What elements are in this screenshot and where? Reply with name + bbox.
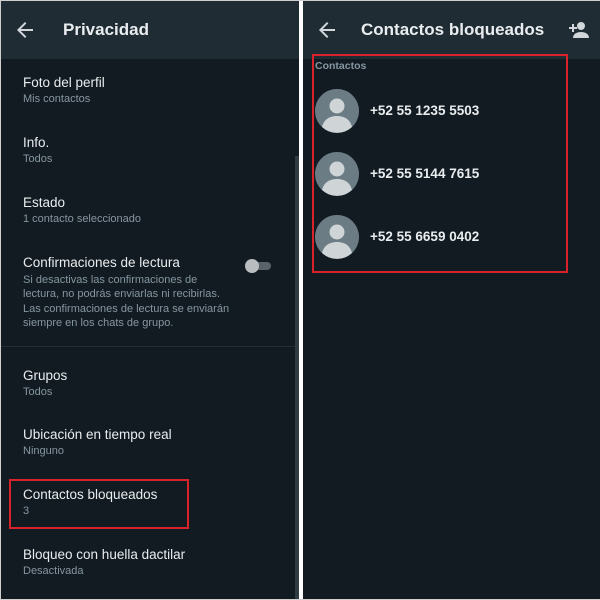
setting-read-receipts[interactable]: Confirmaciones de lectura Si desactivas … [23, 254, 269, 330]
description-line: siempre en los chats de grupo. [23, 316, 174, 329]
description-line: Las confirmaciones de lectura se enviará… [23, 302, 230, 315]
setting-value: Desactivada [23, 565, 84, 577]
setting-status[interactable]: Estado 1 contacto seleccionado [23, 194, 269, 226]
setting-title: Foto del perfil [23, 75, 105, 90]
privacy-screen: Privacidad Foto del perfil Mis contactos… [1, 1, 299, 599]
setting-live-location[interactable]: Ubicación en tiempo real Ninguno [23, 426, 269, 458]
setting-value: Todos [23, 386, 53, 398]
description-line: lectura, no podrás enviarlas ni recibirl… [23, 288, 220, 301]
blocked-contacts-screen: Contactos bloqueados Contactos +52 55 12… [303, 1, 600, 599]
setting-value: Todos [23, 153, 53, 165]
read-receipts-toggle[interactable] [245, 259, 271, 273]
arrow-left-icon [17, 22, 33, 38]
setting-title: Ubicación en tiempo real [23, 427, 172, 442]
highlight-box [9, 479, 189, 529]
setting-value: 1 contacto seleccionado [23, 213, 142, 225]
setting-title: Confirmaciones de lectura [23, 255, 180, 270]
back-button[interactable] [315, 18, 339, 42]
section-divider [1, 346, 295, 347]
add-blocked-contact-button[interactable] [567, 18, 591, 42]
setting-info[interactable]: Info. Todos [23, 134, 269, 166]
blocked-app-bar: Contactos bloqueados [303, 1, 600, 59]
toggle-knob [245, 259, 259, 273]
arrow-left-icon [319, 22, 335, 38]
page-title: Contactos bloqueados [361, 20, 545, 39]
setting-value: Mis contactos [23, 93, 91, 105]
setting-fingerprint-lock[interactable]: Bloqueo con huella dactilar Desactivada [23, 546, 269, 578]
setting-title: Estado [23, 195, 66, 210]
setting-title: Info. [23, 135, 50, 150]
person-add-icon [569, 22, 589, 38]
highlight-box [312, 54, 568, 273]
setting-title: Bloqueo con huella dactilar [23, 547, 186, 562]
setting-value: Ninguno [23, 445, 64, 457]
privacy-app-bar: Privacidad [1, 1, 299, 59]
setting-title: Grupos [23, 368, 68, 383]
setting-profile-photo[interactable]: Foto del perfil Mis contactos [23, 74, 269, 106]
screenshot-frame: Privacidad Foto del perfil Mis contactos… [0, 0, 600, 600]
page-title: Privacidad [63, 20, 149, 39]
setting-description: Si desactivas las confirmaciones de lect… [23, 273, 245, 330]
back-button[interactable] [13, 18, 37, 42]
description-line: Si desactivas las confirmaciones de [23, 274, 198, 286]
setting-groups[interactable]: Grupos Todos [23, 367, 269, 399]
scrollbar[interactable] [295, 156, 299, 599]
